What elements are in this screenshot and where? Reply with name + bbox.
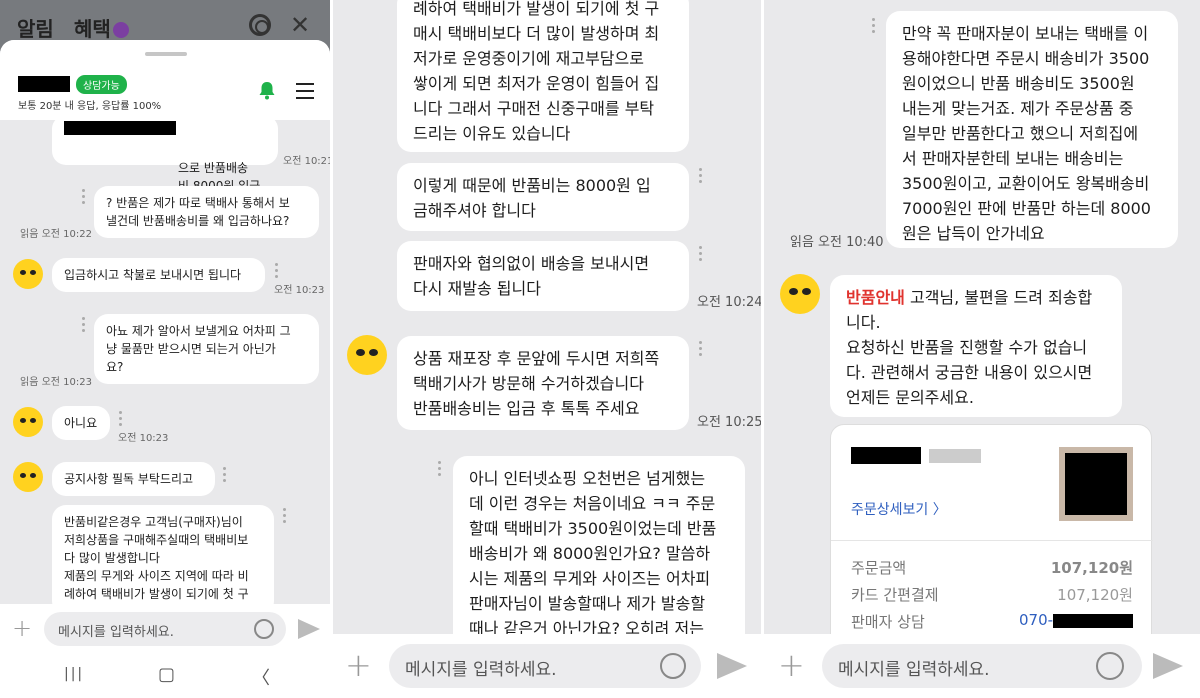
flower-icon (112, 22, 129, 38)
chat-message: 만약 꼭 판매자분이 보내는 택배를 이 용해야한다면 주문시 배송비가 350… (886, 11, 1178, 248)
avatar[interactable] (347, 335, 387, 375)
chat-message: 으로 반품배송 비 8000원 입금해주시면 됩니다! (52, 115, 278, 211)
chat-message: 반품안내 고객님, 불편을 드려 죄송합 니다. 요청하신 반품을 진행할 수가… (830, 275, 1122, 417)
chat-message: 아니 인터넷쇼핑 오천번은 넘게했는 데 이런 경우는 처음이네요 ㅋㅋ 주문 … (453, 456, 745, 656)
message-input[interactable]: 메시지를 입력하세요. (44, 612, 286, 646)
message-time: 오전 10:25 (697, 415, 761, 430)
close-icon[interactable]: ✕ (290, 11, 310, 39)
plus-icon[interactable]: + (778, 646, 805, 684)
order-amount-row: 주문금액 107,120원 (851, 559, 1133, 577)
chat-panel-3: 만약 꼭 판매자분이 보내는 택배를 이 용해야한다면 주문시 배송비가 350… (764, 0, 1200, 698)
send-icon[interactable] (717, 653, 747, 679)
emoji-icon[interactable] (254, 619, 274, 639)
drag-handle[interactable] (145, 52, 187, 56)
chat-message: 아니요 (52, 406, 110, 440)
redacted-store-name (18, 76, 70, 92)
divider (831, 540, 1153, 541)
response-info: 보통 20분 내 응답, 응답률 100% (18, 101, 162, 112)
bell-icon[interactable] (257, 80, 277, 100)
android-navbar: ||| ▢ 〈 (0, 654, 330, 698)
status-badge: 상담가능 (76, 75, 127, 94)
chat-message: 아뇨 제가 알아서 보낼게요 어차피 그 냥 물품만 받으시면 되는거 아닌가 … (94, 314, 319, 384)
chat-message: ? 반품은 제가 따로 택배사 통해서 보 낼건데 반품배송비를 왜 입금하나요… (94, 186, 319, 238)
notice-label: 반품안내 (846, 288, 905, 307)
emoji-icon[interactable] (660, 653, 686, 679)
message-time: 오전 10:21 (283, 156, 330, 167)
avatar[interactable] (13, 462, 43, 492)
chat-panel-2: 례하여 택배비가 발생이 되기에 첫 구 매시 택배비보다 더 많이 발생하며 … (333, 0, 761, 698)
order-detail-link[interactable]: 주문상세보기 〉 (851, 499, 947, 519)
chat-message: 공지사항 필독 부탁드리고 (52, 462, 215, 496)
chat-message: 판매자와 협의없이 배송을 보내시면 다시 재발송 됩니다 (397, 241, 689, 311)
menu-icon[interactable] (296, 83, 314, 104)
more-options-icon[interactable] (438, 461, 441, 479)
avatar[interactable] (13, 259, 43, 289)
payment-row: 카드 간편결제 107,120원 (851, 586, 1133, 604)
tab-alerts[interactable]: 알림 (17, 13, 54, 42)
home-button[interactable]: ▢ (158, 664, 175, 685)
gear-icon[interactable] (249, 14, 271, 36)
message-input[interactable]: 메시지를 입력하세요. (389, 644, 701, 688)
message-time: 오전 10:24 (697, 295, 761, 310)
more-options-icon[interactable] (119, 411, 122, 429)
more-options-icon[interactable] (223, 467, 226, 485)
redacted-store-name (851, 447, 921, 464)
message-time: 오전 10:23 (274, 285, 325, 296)
send-icon[interactable] (1153, 653, 1183, 679)
message-input-bar: + 메시지를 입력하세요. (764, 634, 1200, 698)
more-options-icon[interactable] (82, 317, 85, 335)
chat-message: 반품비같은경우 고객님(구매자)님이 저희상품을 구매해주실때의 택배비보 다 … (52, 505, 274, 615)
redacted-text (64, 121, 176, 135)
tab-benefits[interactable]: 혜택 (74, 13, 129, 42)
more-options-icon[interactable] (872, 18, 875, 36)
order-card: 주문상세보기 〉 주문금액 107,120원 카드 간편결제 107,120원 판매… (830, 424, 1153, 654)
recent-apps-button[interactable]: ||| (64, 666, 84, 682)
message-time: 읽음 오전 10:23 (20, 377, 92, 388)
chat-message: 례하여 택배비가 발생이 되기에 첫 구 매시 택배비보다 더 많이 발생하며 … (397, 0, 689, 152)
more-options-icon[interactable] (275, 263, 278, 281)
message-input-bar: + 메시지를 입력하세요. (0, 604, 330, 654)
blurred-text (929, 449, 981, 463)
plus-icon[interactable]: + (12, 614, 32, 642)
message-time: 읽음 오전 10:22 (20, 229, 92, 240)
redacted-phone (1053, 614, 1133, 628)
send-icon[interactable] (298, 619, 320, 639)
message-time: 읽음 오전 10:40 (790, 235, 884, 250)
chat-message: 상품 재포장 후 문앞에 두시면 저희쪽 택배기사가 방문해 수거하겠습니다 반… (397, 336, 689, 430)
seller-phone[interactable]: 070- (1019, 611, 1053, 629)
product-image (1059, 447, 1133, 521)
chat-header: 상담가능 보통 20분 내 응답, 응답률 100% (0, 40, 330, 120)
chat-message: 입금하시고 착불로 보내시면 됩니다 (52, 258, 265, 292)
back-button[interactable]: 〈 (252, 664, 270, 690)
emoji-icon[interactable] (1096, 652, 1124, 680)
more-options-icon[interactable] (699, 246, 702, 264)
more-options-icon[interactable] (283, 508, 286, 526)
more-options-icon[interactable] (82, 189, 85, 207)
more-options-icon[interactable] (699, 341, 702, 359)
message-input-bar: + 메시지를 입력하세요. (333, 634, 761, 698)
plus-icon[interactable]: + (345, 646, 372, 684)
avatar[interactable] (13, 407, 43, 437)
message-input[interactable]: 메시지를 입력하세요. (822, 644, 1142, 688)
chat-message: 이렇게 때문에 반품비는 8000원 입 금해주셔야 합니다 (397, 163, 689, 231)
message-time: 오전 10:23 (118, 433, 169, 444)
avatar[interactable] (780, 274, 820, 314)
chat-panel-1: 알림 혜택 ✕ 상담가능 보통 20분 내 응답, 응답률 100% 으로 반품… (0, 0, 330, 698)
more-options-icon[interactable] (699, 168, 702, 186)
